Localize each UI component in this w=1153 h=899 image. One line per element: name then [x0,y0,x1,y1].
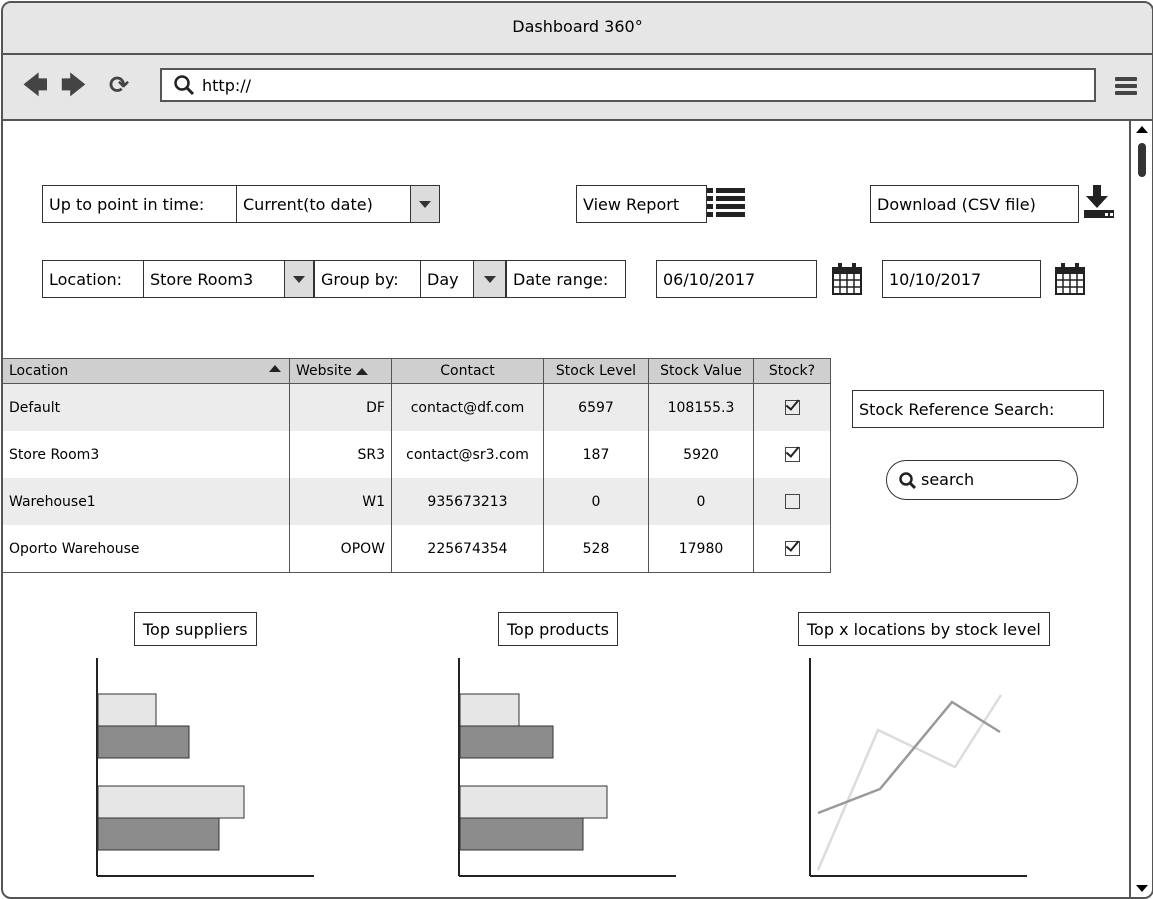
cell-contact: contact@sr3.com [391,431,544,478]
calendar-icon[interactable] [1053,260,1087,298]
scroll-thumb[interactable] [1138,143,1146,177]
window-title: Dashboard 360° [512,17,643,36]
back-arrow-icon[interactable]: 🡄 [23,73,48,97]
sort-ascending-icon[interactable] [356,367,369,375]
hamburger-menu-icon[interactable] [1115,77,1137,95]
column-header-in-stock[interactable]: Stock? [753,358,831,384]
sort-ascending-icon[interactable] [269,365,281,372]
list-report-icon[interactable] [704,183,754,223]
cell-stock-level: 187 [543,431,649,478]
cell-contact: 935673213 [391,478,544,525]
scroll-down-icon[interactable] [1136,885,1148,892]
table-header-row: Location Website Contact Stock Level Sto… [2,358,831,384]
group-by-label: Group by: [314,260,421,298]
cell-contact: 225674354 [391,525,544,573]
table-row[interactable]: Oporto Warehouse OPOW 225674354 528 1798… [2,525,831,573]
search-placeholder: search [921,470,975,489]
cell-stock-level: 528 [543,525,649,573]
cell-location: Default [2,383,290,431]
group-by-dropdown-button[interactable] [473,260,506,298]
top-products-title: Top products [498,612,618,646]
cell-website: W1 [289,478,392,525]
table-row[interactable]: Warehouse1 W1 935673213 0 0 [2,478,831,525]
cell-contact: contact@df.com [391,383,544,431]
cell-website: OPOW [289,525,392,573]
stock-checkbox[interactable] [784,400,800,415]
point-in-time-select[interactable]: Current(to date) [236,185,411,223]
url-input[interactable] [202,74,1082,96]
point-in-time-dropdown-button[interactable] [410,185,440,223]
cell-in-stock [753,431,831,478]
cell-stock-level: 6597 [543,383,649,431]
column-header-contact[interactable]: Contact [391,358,544,384]
table-row[interactable]: Default DF contact@df.com 6597 108155.3 [2,383,831,431]
location-label: Location: [42,260,144,298]
column-header-location[interactable]: Location [2,358,290,384]
cell-in-stock [753,478,831,525]
point-in-time-label: Up to point in time: [42,185,237,223]
top-suppliers-title: Top suppliers [134,612,257,646]
view-report-button[interactable]: View Report [576,185,707,223]
column-header-stock-value[interactable]: Stock Value [648,358,754,384]
date-from-input[interactable]: 06/10/2017 [656,260,817,298]
chevron-down-icon [293,276,305,283]
vertical-scrollbar[interactable] [1129,121,1152,897]
cell-stock-value: 17980 [648,525,754,573]
top-locations-title: Top x locations by stock level [798,612,1050,646]
cell-website: SR3 [289,431,392,478]
stock-table: Location Website Contact Stock Level Sto… [2,358,831,573]
location-select[interactable]: Store Room3 [143,260,285,298]
forward-arrow-icon[interactable]: 🡆 [61,73,86,97]
calendar-icon[interactable] [830,260,864,298]
date-range-label: Date range: [506,260,626,298]
download-icon[interactable] [1080,182,1120,222]
cell-stock-level: 0 [543,478,649,525]
title-bar: Dashboard 360° [3,3,1152,55]
date-to-input[interactable]: 10/10/2017 [882,260,1041,298]
chevron-down-icon [483,276,496,283]
stock-checkbox[interactable] [784,447,800,462]
scroll-up-icon[interactable] [1136,126,1148,133]
cell-stock-value: 0 [648,478,754,525]
table-row[interactable]: Store Room3 SR3 contact@sr3.com 187 5920 [2,431,831,478]
cell-website: DF [289,383,392,431]
cell-stock-value: 108155.3 [648,383,754,431]
cell-location: Oporto Warehouse [2,525,290,573]
download-csv-button[interactable]: Download (CSV file) [870,185,1079,223]
cell-stock-value: 5920 [648,431,754,478]
stock-reference-search-label: Stock Reference Search: [852,390,1104,428]
column-header-website[interactable]: Website [289,358,392,384]
stock-checkbox[interactable] [784,541,800,556]
stock-checkbox[interactable] [784,494,800,509]
location-dropdown-button[interactable] [284,260,314,298]
address-bar[interactable] [160,68,1096,102]
magnifier-icon [899,472,917,490]
browser-toolbar: 🡄 🡆 ⟳ [3,55,1152,121]
stock-search-field[interactable]: search [886,460,1078,500]
group-by-select[interactable]: Day [420,260,474,298]
cell-in-stock [753,383,831,431]
cell-in-stock [753,525,831,573]
cell-location: Store Room3 [2,431,290,478]
cell-location: Warehouse1 [2,478,290,525]
reload-icon[interactable]: ⟳ [109,73,129,97]
chevron-down-icon [419,201,431,208]
magnifier-icon [174,75,195,96]
column-header-stock-level[interactable]: Stock Level [543,358,649,384]
